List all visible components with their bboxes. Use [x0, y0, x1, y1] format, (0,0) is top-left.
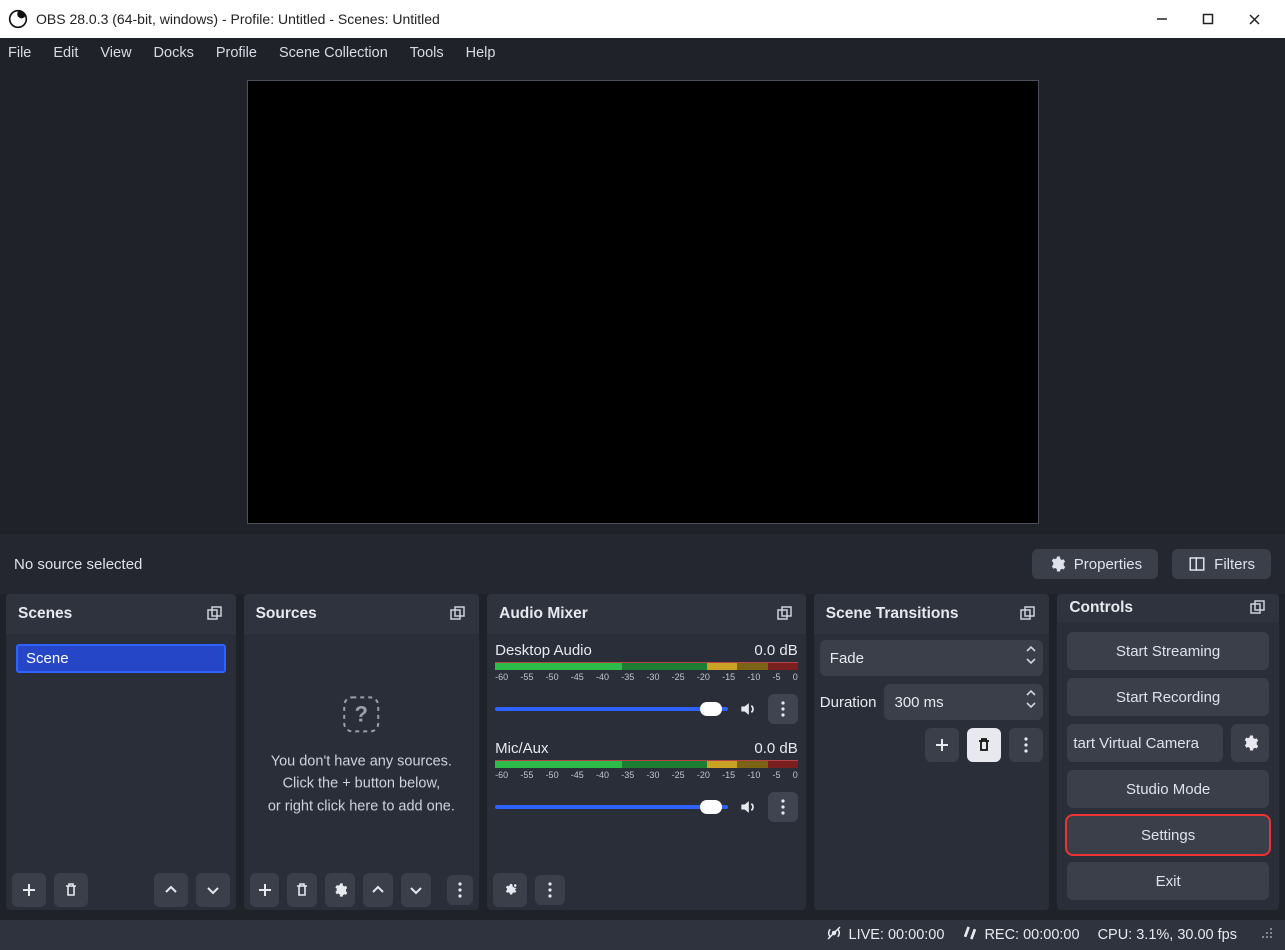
audio-desktop-label: Desktop Audio: [495, 642, 592, 659]
menu-edit[interactable]: Edit: [53, 45, 78, 61]
audio-mic-ticks: -60-55-50-45-40-35-30-25-20-15-10-50: [495, 770, 798, 780]
audio-desktop-volume-slider[interactable]: [495, 707, 728, 711]
obs-logo-icon: [8, 9, 28, 29]
virtual-camera-settings-button[interactable]: [1231, 724, 1269, 762]
menu-help[interactable]: Help: [466, 45, 496, 61]
sources-empty-state: ? You don't have any sources. Click the …: [244, 694, 480, 817]
scene-move-up-button[interactable]: [154, 873, 188, 907]
filters-label: Filters: [1214, 556, 1255, 573]
scene-delete-button[interactable]: [54, 873, 88, 907]
menu-scene-collection[interactable]: Scene Collection: [279, 45, 388, 61]
window-minimize-button[interactable]: [1139, 0, 1185, 38]
sources-dock: Sources ? You don't have any sources. Cl…: [244, 594, 480, 910]
menu-profile[interactable]: Profile: [216, 45, 257, 61]
audio-item-mic: Mic/Aux 0.0 dB -60-55-50-45-40-35-30-25-…: [493, 738, 800, 828]
menu-docks[interactable]: Docks: [154, 45, 194, 61]
audio-advanced-button[interactable]: [493, 873, 527, 907]
transition-delete-button[interactable]: [967, 728, 1001, 762]
audio-desktop-ticks: -60-55-50-45-40-35-30-25-20-15-10-50: [495, 672, 798, 682]
svg-text:?: ?: [355, 701, 368, 726]
source-properties-button[interactable]: [325, 873, 355, 907]
controls-popout-icon[interactable]: [1249, 599, 1267, 617]
scene-item-selected[interactable]: Scene: [16, 644, 226, 673]
question-mark-icon: ?: [341, 694, 381, 734]
properties-label: Properties: [1074, 556, 1142, 573]
menu-file[interactable]: File: [8, 45, 31, 61]
source-move-down-button[interactable]: [401, 873, 431, 907]
preview-canvas[interactable]: [247, 80, 1039, 524]
audio-more-button[interactable]: [535, 875, 565, 905]
broadcast-icon: [825, 924, 843, 946]
audio-mic-volume-slider[interactable]: [495, 805, 728, 809]
statusbar: LIVE: 00:00:00 REC: 00:00:00 CPU: 3.1%, …: [0, 920, 1285, 950]
source-move-up-button[interactable]: [363, 873, 393, 907]
gear-icon: [1048, 555, 1066, 573]
preview-area: [0, 68, 1285, 534]
audio-desktop-more-button[interactable]: [768, 694, 798, 724]
no-source-label: No source selected: [14, 556, 142, 573]
source-add-button[interactable]: [250, 873, 280, 907]
pause-icon: [962, 925, 978, 945]
audio-desktop-db: 0.0 dB: [754, 642, 797, 659]
updown-icon: [1025, 644, 1037, 666]
audio-mic-label: Mic/Aux: [495, 740, 548, 757]
exit-button[interactable]: Exit: [1067, 862, 1269, 900]
source-toolbar: No source selected Properties Filters: [0, 534, 1285, 594]
audio-desktop-meter: [495, 662, 798, 670]
window-title: OBS 28.0.3 (64-bit, windows) - Profile: …: [36, 11, 1139, 27]
speaker-icon[interactable]: [738, 699, 758, 719]
audio-mixer-dock: Audio Mixer Desktop Audio 0.0 dB -60-55-…: [487, 594, 806, 910]
transition-select[interactable]: Fade: [820, 640, 1044, 676]
studio-mode-button[interactable]: Studio Mode: [1067, 770, 1269, 808]
speaker-icon[interactable]: [738, 797, 758, 817]
updown-icon: [1025, 688, 1037, 710]
filters-button[interactable]: Filters: [1172, 549, 1271, 579]
controls-title: Controls: [1069, 599, 1133, 617]
status-live: LIVE: 00:00:00: [825, 924, 945, 946]
docks-row: Scenes Scene Sources ?: [0, 594, 1285, 910]
start-streaming-button[interactable]: Start Streaming: [1067, 632, 1269, 670]
audio-mixer-popout-icon[interactable]: [776, 605, 794, 623]
sources-title: Sources: [256, 605, 317, 623]
transition-duration-input[interactable]: 300 ms: [884, 684, 1043, 720]
audio-mic-more-button[interactable]: [768, 792, 798, 822]
window-maximize-button[interactable]: [1185, 0, 1231, 38]
resize-grip-icon[interactable]: [1261, 927, 1273, 943]
menubar: File Edit View Docks Profile Scene Colle…: [0, 38, 1285, 68]
source-more-button[interactable]: [447, 875, 473, 905]
properties-button[interactable]: Properties: [1032, 549, 1158, 579]
source-delete-button[interactable]: [287, 873, 317, 907]
settings-button[interactable]: Settings: [1067, 816, 1269, 854]
window-close-button[interactable]: [1231, 0, 1277, 38]
start-recording-button[interactable]: Start Recording: [1067, 678, 1269, 716]
scene-add-button[interactable]: [12, 873, 46, 907]
status-cpu: CPU: 3.1%, 30.00 fps: [1098, 927, 1237, 943]
start-virtual-camera-button[interactable]: tart Virtual Camera: [1067, 724, 1223, 762]
audio-mixer-title: Audio Mixer: [499, 605, 588, 623]
menu-view[interactable]: View: [100, 45, 131, 61]
audio-mic-meter: [495, 760, 798, 768]
transitions-popout-icon[interactable]: [1019, 605, 1037, 623]
transition-add-button[interactable]: [925, 728, 959, 762]
transitions-title: Scene Transitions: [826, 605, 959, 623]
scenes-title: Scenes: [18, 605, 72, 623]
sources-popout-icon[interactable]: [449, 605, 467, 623]
audio-mic-db: 0.0 dB: [754, 740, 797, 757]
transition-more-button[interactable]: [1009, 728, 1043, 762]
status-rec: REC: 00:00:00: [962, 925, 1079, 945]
scenes-popout-icon[interactable]: [206, 605, 224, 623]
scene-move-down-button[interactable]: [196, 873, 230, 907]
transition-duration-label: Duration: [820, 694, 877, 711]
menu-tools[interactable]: Tools: [410, 45, 444, 61]
titlebar: OBS 28.0.3 (64-bit, windows) - Profile: …: [0, 0, 1285, 38]
scenes-dock: Scenes Scene: [6, 594, 236, 910]
filters-icon: [1188, 555, 1206, 573]
controls-dock: Controls Start Streaming Start Recording…: [1057, 594, 1279, 910]
audio-item-desktop: Desktop Audio 0.0 dB -60-55-50-45-40-35-…: [493, 640, 800, 730]
transitions-dock: Scene Transitions Fade Duration 300 ms: [814, 594, 1050, 910]
